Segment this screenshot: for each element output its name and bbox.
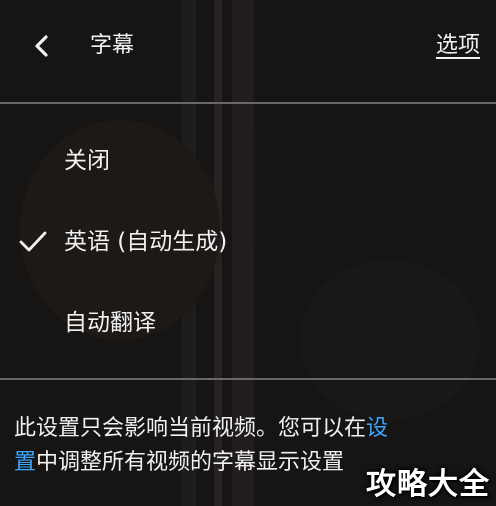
header-divider — [0, 102, 496, 104]
menu-item-label: 英语 (自动生成) — [64, 229, 228, 255]
menu-item-english-auto[interactable]: 英语 (自动生成) — [0, 211, 496, 275]
menu-divider — [0, 378, 496, 380]
captions-settings-panel: 字幕 选项 关闭 英语 (自动生成) 自动翻译 此设置只会影响当前视频。您可以在… — [0, 0, 496, 506]
menu-item-label: 自动翻译 — [64, 310, 156, 336]
menu-item-label: 关闭 — [64, 148, 110, 174]
chevron-left-icon — [22, 24, 66, 68]
settings-link[interactable]: 置 — [14, 450, 36, 475]
settings-link[interactable]: 设 — [366, 416, 388, 441]
menu-item-off[interactable]: 关闭 — [0, 130, 496, 194]
back-button[interactable] — [22, 24, 66, 68]
panel-header: 字幕 选项 — [0, 0, 496, 102]
checkmark-icon — [18, 229, 48, 255]
options-link[interactable]: 选项 — [436, 30, 480, 62]
panel-title: 字幕 — [90, 33, 135, 58]
menu-item-auto-translate[interactable]: 自动翻译 — [0, 292, 496, 356]
watermark-logo: 攻略大全 — [366, 467, 490, 502]
